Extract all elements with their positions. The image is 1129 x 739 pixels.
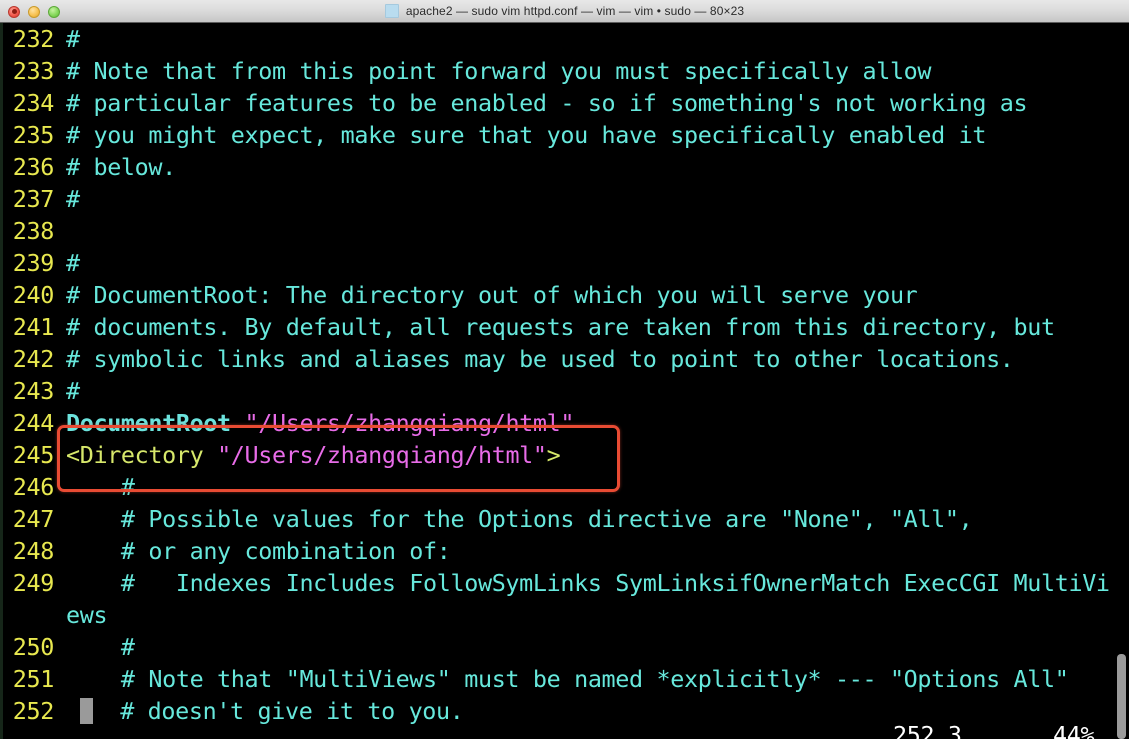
code-segment-cmt: # Indexes Includes FollowSymLinks SymLin… bbox=[66, 569, 1110, 597]
line-number: 247 bbox=[12, 505, 55, 533]
editor-line[interactable]: 233 # Note that from this point forward y… bbox=[0, 55, 1110, 87]
editor-line[interactable]: 247 # Possible values for the Options di… bbox=[0, 503, 1110, 535]
editor-line[interactable]: 251 # Note that "MultiViews" must be nam… bbox=[0, 663, 1110, 695]
code-segment-cmt: ews bbox=[66, 601, 108, 629]
code-segment-cmt: # you might expect, make sure that you h… bbox=[66, 121, 987, 149]
editor-line[interactable]: 234 # particular features to be enabled -… bbox=[0, 87, 1110, 119]
code-segment-cmt: # bbox=[66, 25, 80, 53]
line-number: 246 bbox=[12, 473, 55, 501]
editor-line[interactable]: 248 # or any combination of: bbox=[0, 535, 1110, 567]
line-number: 239 bbox=[12, 249, 55, 277]
line-number: 232 bbox=[12, 25, 55, 53]
status-scroll-percent: 44% bbox=[1053, 721, 1095, 739]
code-segment-tag: > bbox=[546, 441, 561, 469]
line-number: 249 bbox=[12, 569, 55, 597]
maximize-button[interactable] bbox=[48, 5, 60, 18]
line-number: 251 bbox=[12, 665, 55, 693]
code-segment-plain bbox=[203, 441, 217, 469]
code-segment-cmt: # documents. By default, all requests ar… bbox=[66, 313, 1055, 341]
window-title: apache2 — sudo vim httpd.conf — vim — vi… bbox=[405, 4, 745, 18]
line-number: 243 bbox=[12, 377, 55, 405]
minimize-button[interactable] bbox=[28, 5, 40, 18]
line-number: 242 bbox=[12, 345, 55, 373]
vim-text-buffer[interactable]: 232 #233 # Note that from this point forwa… bbox=[0, 23, 1110, 727]
editor-line[interactable]: 245 <Directory "/Users/zhangqiang/html"> bbox=[0, 439, 1110, 471]
line-number: 245 bbox=[12, 441, 55, 469]
editor-wrapped-line[interactable]: ews bbox=[0, 599, 1110, 631]
editor-line[interactable]: 246 # bbox=[0, 471, 1110, 503]
terminal-viewport[interactable]: 232 #233 # Note that from this point forwa… bbox=[0, 23, 1129, 739]
editor-line[interactable]: 238 bbox=[0, 215, 1110, 247]
editor-line[interactable]: 243 # bbox=[0, 375, 1110, 407]
line-number: 250 bbox=[12, 633, 55, 661]
code-segment-str: "/Users/zhangqiang/html" bbox=[217, 441, 547, 469]
code-segment-cmt: # Note that from this point forward you … bbox=[66, 57, 932, 85]
code-segment-cmt: # DocumentRoot: The directory out of whi… bbox=[66, 281, 918, 309]
vim-status-line: 252,3 44% bbox=[0, 719, 1129, 739]
line-number: 234 bbox=[12, 89, 55, 117]
code-segment-cmt: # symbolic links and aliases may be used… bbox=[66, 345, 1014, 373]
code-segment-cmt: # Note that "MultiViews" must be named *… bbox=[66, 665, 1069, 693]
line-number: 237 bbox=[12, 185, 55, 213]
window-titlebar[interactable]: apache2 — sudo vim httpd.conf — vim — vi… bbox=[0, 0, 1129, 23]
code-segment-cmt: # below. bbox=[66, 153, 176, 181]
status-cursor-position: 252,3 bbox=[893, 721, 962, 739]
close-button[interactable] bbox=[8, 5, 20, 18]
editor-line[interactable]: 237 # bbox=[0, 183, 1110, 215]
line-number: 244 bbox=[12, 409, 55, 437]
terminal-window: apache2 — sudo vim httpd.conf — vim — vi… bbox=[0, 0, 1129, 739]
editor-line[interactable]: 239 # bbox=[0, 247, 1110, 279]
line-number: 235 bbox=[12, 121, 55, 149]
line-number: 238 bbox=[12, 217, 55, 245]
editor-line[interactable]: 249 # Indexes Includes FollowSymLinks Sy… bbox=[0, 567, 1110, 599]
code-segment-cmt: # bbox=[66, 185, 80, 213]
line-number: 236 bbox=[12, 153, 55, 181]
line-number: 233 bbox=[12, 57, 55, 85]
code-segment-cmt: # bbox=[66, 249, 80, 277]
editor-line[interactable]: 240 # DocumentRoot: The directory out of … bbox=[0, 279, 1110, 311]
code-segment-cmt: # bbox=[66, 473, 135, 501]
code-segment-cmt: # particular features to be enabled - so… bbox=[66, 89, 1028, 117]
editor-line[interactable]: 232 # bbox=[0, 23, 1110, 55]
code-segment-cmt: # bbox=[66, 633, 135, 661]
editor-line[interactable]: 250 # bbox=[0, 631, 1110, 663]
editor-line[interactable]: 236 # below. bbox=[0, 151, 1110, 183]
editor-line[interactable]: 235 # you might expect, make sure that yo… bbox=[0, 119, 1110, 151]
vertical-scrollbar[interactable] bbox=[1114, 23, 1129, 739]
window-title-group: apache2 — sudo vim httpd.conf — vim — vi… bbox=[0, 4, 1129, 18]
line-number: 240 bbox=[12, 281, 55, 309]
code-segment-cmt: # bbox=[66, 377, 80, 405]
code-segment-dir: DocumentRoot bbox=[66, 409, 231, 437]
code-segment-tag: <Directory bbox=[66, 441, 204, 469]
editor-line[interactable]: 242 # symbolic links and aliases may be u… bbox=[0, 343, 1110, 375]
line-number: 248 bbox=[12, 537, 55, 565]
editor-line[interactable]: 244 DocumentRoot "/Users/zhangqiang/html" bbox=[0, 407, 1110, 439]
code-segment-str: "/Users/zhangqiang/html" bbox=[244, 409, 575, 437]
code-segment-cmt: # Possible values for the Options direct… bbox=[66, 505, 973, 533]
proxy-document-icon bbox=[384, 4, 399, 18]
editor-line[interactable]: 241 # documents. By default, all requests… bbox=[0, 311, 1110, 343]
line-number: 241 bbox=[12, 313, 55, 341]
code-segment-plain bbox=[231, 409, 245, 437]
scrollbar-thumb[interactable] bbox=[1117, 654, 1126, 739]
window-controls bbox=[8, 0, 60, 23]
code-segment-cmt: # or any combination of: bbox=[66, 537, 451, 565]
